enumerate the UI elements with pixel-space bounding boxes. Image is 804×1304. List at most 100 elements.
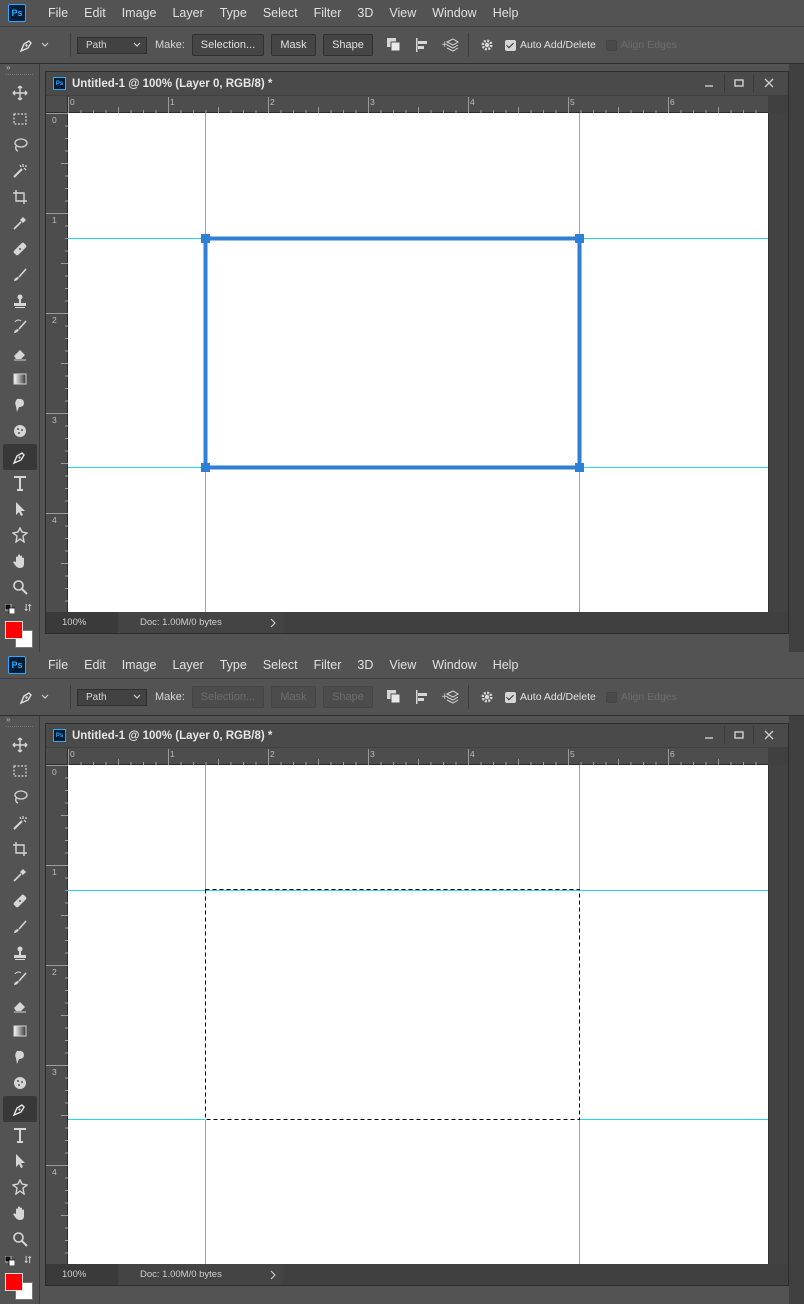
tool-preset-picker[interactable] bbox=[18, 688, 66, 706]
clone-stamp-tool[interactable] bbox=[3, 940, 37, 966]
path-alignment-button[interactable] bbox=[411, 686, 433, 708]
toolbar-grip[interactable] bbox=[6, 726, 33, 730]
selection-button[interactable]: Selection... bbox=[191, 686, 264, 708]
document-tab[interactable]: Ps Untitled-1 @ 100% (Layer 0, RGB/8) * bbox=[46, 724, 788, 747]
menu-window[interactable]: Window bbox=[424, 658, 484, 672]
smudge-tool[interactable] bbox=[3, 392, 37, 418]
menu-filter[interactable]: Filter bbox=[306, 658, 350, 672]
canvas[interactable] bbox=[68, 765, 768, 1264]
close-button[interactable] bbox=[754, 726, 784, 744]
minimize-button[interactable] bbox=[694, 74, 724, 92]
menu-edit[interactable]: Edit bbox=[76, 658, 114, 672]
hand-tool[interactable] bbox=[3, 1200, 37, 1226]
mode-select[interactable]: Path bbox=[77, 36, 147, 54]
zoom-tool[interactable] bbox=[3, 574, 37, 600]
history-brush-tool[interactable] bbox=[3, 314, 37, 340]
tool-preset-picker[interactable] bbox=[18, 36, 66, 54]
crop-tool[interactable] bbox=[3, 836, 37, 862]
settings-button[interactable] bbox=[476, 686, 498, 708]
canvas[interactable] bbox=[68, 113, 768, 612]
vertical-scrollbar[interactable] bbox=[768, 113, 788, 612]
anchor-point[interactable] bbox=[201, 463, 210, 472]
path-arrangement-button[interactable]: + bbox=[439, 34, 461, 56]
menu-file[interactable]: File bbox=[40, 658, 76, 672]
work-path[interactable] bbox=[68, 113, 768, 612]
move-tool[interactable] bbox=[3, 80, 37, 106]
auto-add-delete-checkbox[interactable]: Auto Add/Delete bbox=[504, 691, 596, 703]
custom-shape-tool[interactable] bbox=[3, 1174, 37, 1200]
type-tool[interactable] bbox=[3, 470, 37, 496]
auto-add-delete-checkbox[interactable]: Auto Add/Delete bbox=[504, 39, 596, 51]
mask-button[interactable]: Mask bbox=[270, 34, 316, 56]
horizontal-ruler[interactable]: 0 1 2 3 4 5 6 bbox=[68, 748, 768, 765]
path-operations-button[interactable] bbox=[383, 686, 405, 708]
document-tab[interactable]: Ps Untitled-1 @ 100% (Layer 0, RGB/8) * bbox=[46, 72, 788, 95]
swap-colors-icon[interactable]: ⮃ bbox=[24, 603, 32, 614]
selection-button[interactable]: Selection... bbox=[191, 34, 264, 56]
maximize-button[interactable] bbox=[724, 726, 754, 744]
anchor-point[interactable] bbox=[201, 234, 210, 243]
menu-select[interactable]: Select bbox=[255, 6, 306, 20]
menu-image[interactable]: Image bbox=[114, 658, 165, 672]
crop-tool[interactable] bbox=[3, 184, 37, 210]
swap-colors-icon[interactable]: ⮃ bbox=[24, 1255, 32, 1266]
marquee-tool[interactable] bbox=[3, 106, 37, 132]
ruler-origin[interactable] bbox=[46, 748, 68, 765]
dodge-tool[interactable] bbox=[3, 1070, 37, 1096]
lasso-tool[interactable] bbox=[3, 132, 37, 158]
menu-image[interactable]: Image bbox=[114, 6, 165, 20]
path-selection-tool[interactable] bbox=[3, 496, 37, 522]
close-button[interactable] bbox=[754, 74, 784, 92]
doc-info[interactable]: Doc: 1.00M/0 bytes bbox=[118, 612, 283, 633]
menu-type[interactable]: Type bbox=[212, 658, 255, 672]
path-operations-button[interactable] bbox=[383, 34, 405, 56]
eyedropper-tool[interactable] bbox=[3, 862, 37, 888]
magic-wand-tool[interactable] bbox=[3, 810, 37, 836]
menu-window[interactable]: Window bbox=[424, 6, 484, 20]
brush-tool[interactable] bbox=[3, 914, 37, 940]
path-selection-tool[interactable] bbox=[3, 1148, 37, 1174]
align-edges-checkbox[interactable]: Align Edges bbox=[605, 39, 677, 51]
hand-tool[interactable] bbox=[3, 548, 37, 574]
ruler-origin[interactable] bbox=[46, 96, 68, 113]
marquee-tool[interactable] bbox=[3, 758, 37, 784]
menu-select[interactable]: Select bbox=[255, 658, 306, 672]
vertical-scrollbar[interactable] bbox=[768, 765, 788, 1264]
eraser-tool[interactable] bbox=[3, 340, 37, 366]
path-arrangement-button[interactable]: + bbox=[439, 686, 461, 708]
lasso-tool[interactable] bbox=[3, 784, 37, 810]
shape-button[interactable]: Shape bbox=[322, 686, 373, 708]
zoom-level[interactable]: 100% bbox=[46, 1264, 118, 1285]
selection-marquee[interactable] bbox=[68, 765, 768, 1264]
history-brush-tool[interactable] bbox=[3, 966, 37, 992]
menu-help[interactable]: Help bbox=[485, 6, 527, 20]
menu-3d[interactable]: 3D bbox=[349, 658, 381, 672]
collapse-toolbar-icon[interactable]: » bbox=[0, 64, 39, 74]
gradient-tool[interactable] bbox=[3, 1018, 37, 1044]
path-alignment-button[interactable] bbox=[411, 34, 433, 56]
mode-select[interactable]: Path bbox=[77, 688, 147, 706]
minimize-button[interactable] bbox=[694, 726, 724, 744]
smudge-tool[interactable] bbox=[3, 1044, 37, 1070]
toolbar-grip[interactable] bbox=[6, 74, 33, 78]
healing-brush-tool[interactable] bbox=[3, 888, 37, 914]
pen-tool[interactable] bbox=[3, 1096, 37, 1122]
magic-wand-tool[interactable] bbox=[3, 158, 37, 184]
anchor-point[interactable] bbox=[575, 234, 584, 243]
clone-stamp-tool[interactable] bbox=[3, 288, 37, 314]
mask-button[interactable]: Mask bbox=[270, 686, 316, 708]
custom-shape-tool[interactable] bbox=[3, 522, 37, 548]
menu-type[interactable]: Type bbox=[212, 6, 255, 20]
anchor-point[interactable] bbox=[575, 463, 584, 472]
dodge-tool[interactable] bbox=[3, 418, 37, 444]
align-edges-checkbox[interactable]: Align Edges bbox=[605, 691, 677, 703]
shape-button[interactable]: Shape bbox=[322, 34, 373, 56]
zoom-level[interactable]: 100% bbox=[46, 612, 118, 633]
vertical-ruler[interactable]: 0 1 2 3 4 bbox=[46, 113, 68, 612]
menu-layer[interactable]: Layer bbox=[164, 658, 211, 672]
type-tool[interactable] bbox=[3, 1122, 37, 1148]
horizontal-ruler[interactable]: 0 1 2 3 4 5 6 bbox=[68, 96, 768, 113]
settings-button[interactable] bbox=[476, 34, 498, 56]
move-tool[interactable] bbox=[3, 732, 37, 758]
foreground-color-swatch[interactable] bbox=[5, 1273, 23, 1291]
